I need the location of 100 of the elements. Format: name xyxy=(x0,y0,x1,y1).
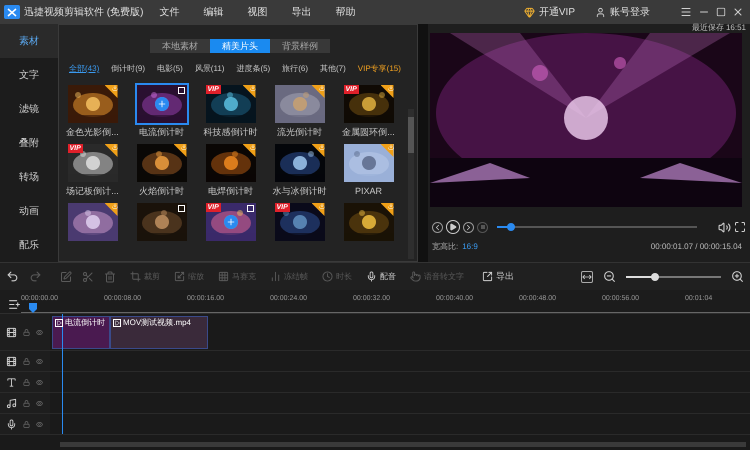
thumbnail[interactable] xyxy=(68,203,118,241)
playback-time: 00:00:01.07 / 00:00:15.04 xyxy=(650,241,742,253)
undo-icon[interactable] xyxy=(6,270,19,283)
download-icon xyxy=(388,144,394,150)
download-icon xyxy=(318,203,324,209)
maximize-icon[interactable] xyxy=(716,7,726,17)
lock-icon[interactable] xyxy=(23,400,30,406)
slider-thumb[interactable] xyxy=(650,272,658,280)
thumbnail[interactable] xyxy=(274,144,324,182)
sidebar-tab[interactable]: 素材 xyxy=(0,24,58,58)
vip-link[interactable]: 开通VIP xyxy=(538,4,575,20)
thumbnail[interactable] xyxy=(68,85,118,123)
video-clip-icon xyxy=(113,319,121,327)
category-filter[interactable]: 电影(5) xyxy=(157,63,183,75)
menu-item[interactable]: 文件 xyxy=(159,4,180,20)
playhead-handle[interactable] xyxy=(29,303,37,313)
menu-item[interactable]: 导出 xyxy=(291,4,312,20)
thumbnail-title: 电焊倒计时 xyxy=(208,185,253,197)
lock-icon[interactable] xyxy=(23,420,30,428)
next-frame-button[interactable] xyxy=(463,222,474,232)
zoom-in-icon[interactable] xyxy=(731,270,744,283)
library-tab[interactable]: 本地素材 xyxy=(150,39,210,53)
horizontal-scrollbar[interactable] xyxy=(60,442,746,447)
lock-icon[interactable] xyxy=(23,378,30,386)
visibility-icon[interactable] xyxy=(36,400,43,406)
film-icon xyxy=(6,326,17,338)
download-icon xyxy=(250,144,256,150)
add-track-icon[interactable] xyxy=(8,298,21,311)
download-icon xyxy=(112,85,118,91)
sidebar-tab[interactable]: 叠附 xyxy=(0,126,58,160)
aspect-ratio[interactable]: 16:9 xyxy=(462,241,478,253)
thumbnail[interactable] xyxy=(136,144,186,182)
window-title: 迅捷视频剪辑软件 (免费版) xyxy=(24,6,144,20)
tool-button[interactable]: 配音 xyxy=(366,270,396,282)
clip-title: MOV测试视频.mp4 xyxy=(123,317,192,329)
visibility-icon[interactable] xyxy=(36,420,43,428)
visibility-icon[interactable] xyxy=(36,378,43,386)
library-tab[interactable]: 精美片头 xyxy=(210,39,270,53)
sidebar-tab[interactable]: 转场 xyxy=(0,160,58,194)
category-filter[interactable]: 风景(11) xyxy=(194,63,224,75)
download-icon xyxy=(388,203,394,209)
film-icon xyxy=(6,356,17,366)
thumbnail[interactable] xyxy=(136,85,186,123)
category-filter[interactable]: 进度条(5) xyxy=(236,63,270,75)
sidebar-tab[interactable]: 动画 xyxy=(0,194,58,228)
lock-icon[interactable] xyxy=(23,328,30,336)
thumbnail[interactable] xyxy=(136,203,186,241)
menu-item[interactable]: 视图 xyxy=(247,4,268,20)
scrollbar[interactable] xyxy=(408,109,414,259)
thumbnail-title: 科技感倒计时 xyxy=(204,126,258,138)
timeline-clip[interactable]: 电流倒计时 xyxy=(52,316,110,349)
thumbnail[interactable] xyxy=(344,144,394,182)
download-icon xyxy=(250,85,256,91)
category-filter[interactable]: 倒计时(9) xyxy=(111,63,146,75)
download-icon xyxy=(318,144,324,150)
fullscreen-icon[interactable] xyxy=(734,221,746,233)
slider-thumb[interactable] xyxy=(507,223,515,231)
scale-icon xyxy=(174,271,185,282)
pointer-icon xyxy=(410,271,421,282)
fit-icon[interactable] xyxy=(581,270,593,282)
export-button[interactable]: 导出 xyxy=(482,270,514,284)
thumbnail[interactable] xyxy=(344,203,394,241)
play-button[interactable] xyxy=(446,220,460,234)
category-filter[interactable]: 旅行(6) xyxy=(282,63,308,75)
preview-icon[interactable] xyxy=(246,205,254,212)
previous-frame-button[interactable] xyxy=(432,222,443,232)
thumbnail-title: PIXAR xyxy=(354,185,382,197)
zoom-out-icon[interactable] xyxy=(603,270,616,283)
close-icon[interactable] xyxy=(732,6,744,18)
thumbnail-title: 金色光影倒... xyxy=(66,126,119,138)
aspect-label: 宽高比: xyxy=(432,241,458,253)
timeline-clip[interactable]: MOV测试视频.mp4 xyxy=(110,316,208,349)
lock-icon[interactable] xyxy=(23,358,30,364)
category-filter[interactable]: 全部(43) xyxy=(69,63,100,75)
sidebar-tab[interactable]: 滤镜 xyxy=(0,92,58,126)
menu-icon[interactable] xyxy=(680,6,692,18)
export-icon xyxy=(482,271,493,282)
download-icon xyxy=(318,85,324,91)
category-filter[interactable]: VIP专享(15) xyxy=(358,63,401,75)
category-filter[interactable]: 其他(7) xyxy=(320,63,346,75)
visibility-icon[interactable] xyxy=(36,328,43,336)
thumbnail[interactable] xyxy=(206,144,256,182)
library-tab[interactable]: 背景样例 xyxy=(270,39,330,53)
user-icon xyxy=(595,6,606,18)
menu-item[interactable]: 编辑 xyxy=(203,4,224,20)
login-link[interactable]: 账号登录 xyxy=(610,4,650,20)
volume-icon[interactable] xyxy=(718,220,731,234)
thumbnail[interactable] xyxy=(274,85,324,123)
preview-icon[interactable] xyxy=(178,205,184,212)
menu-item[interactable]: 帮助 xyxy=(335,4,356,20)
sidebar-tab[interactable]: 配乐 xyxy=(0,228,58,262)
thumbnail-title: 火焰倒计时 xyxy=(139,185,184,197)
crop-icon xyxy=(130,271,141,282)
video-clip-icon xyxy=(55,319,63,327)
preview-icon[interactable] xyxy=(178,87,184,94)
visibility-icon[interactable] xyxy=(36,358,43,364)
diamond-icon xyxy=(524,6,535,18)
thumbnail-title: 电流倒计时 xyxy=(139,126,184,138)
sidebar-tab[interactable]: 文字 xyxy=(0,58,58,92)
thumbnail-title: 流光倒计时 xyxy=(277,126,322,138)
